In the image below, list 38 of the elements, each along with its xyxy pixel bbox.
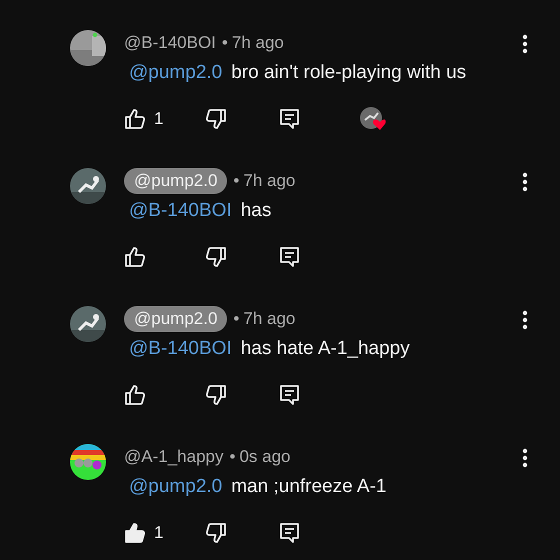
timestamp: 0s ago — [239, 446, 290, 468]
dislike-icon[interactable] — [205, 108, 227, 130]
author-name[interactable]: @pump2.0 — [124, 306, 228, 332]
reply-icon[interactable] — [279, 522, 301, 544]
mention-link[interactable]: @pump2.0 — [129, 58, 222, 88]
comment-text: man ;unfreeze A-1 — [231, 474, 386, 499]
reply-icon[interactable] — [279, 384, 301, 406]
mention-link[interactable]: @pump2.0 — [129, 472, 222, 502]
separator-dot: • — [222, 32, 228, 54]
like-icon[interactable] — [124, 522, 146, 544]
menu-icon[interactable] — [522, 448, 528, 468]
timestamp: 7h ago — [232, 32, 284, 54]
like-icon[interactable] — [124, 108, 146, 130]
mention-link[interactable]: @B-140BOI — [129, 334, 232, 364]
timestamp: 7h ago — [243, 308, 296, 330]
author-name[interactable]: @B-140BOI — [124, 30, 216, 56]
timestamp: 7h ago — [243, 170, 296, 192]
author-name[interactable]: @A-1_happy — [124, 444, 224, 470]
like-icon[interactable] — [124, 384, 146, 406]
dislike-icon[interactable] — [205, 522, 227, 544]
separator-dot: • — [233, 170, 240, 192]
like-count: 1 — [154, 108, 164, 130]
comment-text: has hate A-1_happy — [240, 336, 410, 361]
mention-link[interactable]: @B-140BOI — [129, 196, 232, 226]
reply-icon[interactable] — [279, 246, 301, 268]
menu-icon[interactable] — [522, 172, 528, 192]
separator-dot: • — [233, 308, 240, 330]
dislike-icon[interactable] — [205, 246, 227, 268]
menu-icon[interactable] — [522, 34, 528, 54]
dislike-icon[interactable] — [205, 384, 227, 406]
menu-icon[interactable] — [522, 310, 528, 330]
separator-dot: • — [230, 446, 236, 468]
comment-text: has — [240, 198, 272, 223]
author-name[interactable]: @pump2.0 — [124, 168, 228, 194]
comment-text: bro ain't role-playing with us — [231, 60, 466, 85]
like-count: 1 — [154, 522, 164, 544]
like-icon[interactable] — [124, 246, 146, 268]
reply-icon[interactable] — [279, 108, 301, 130]
